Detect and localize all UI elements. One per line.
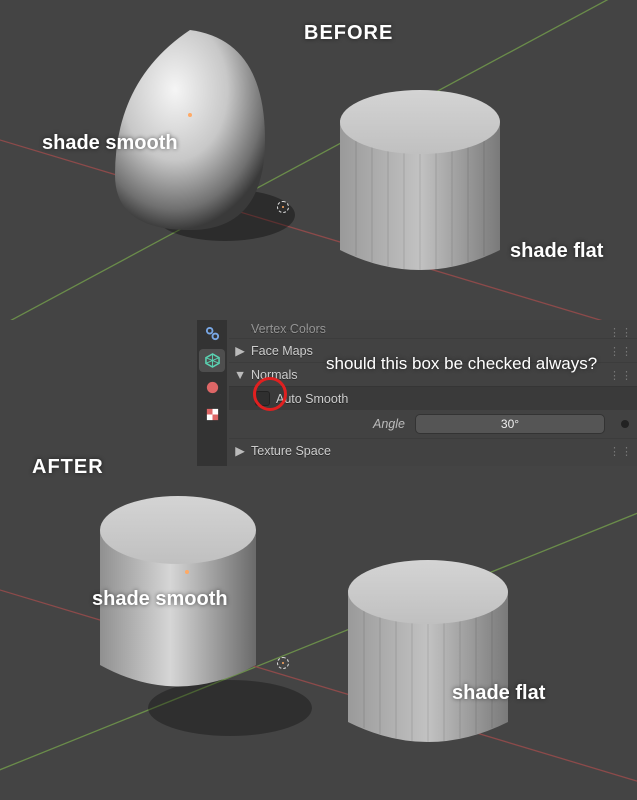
cursor-3d-icon	[274, 198, 292, 216]
cursor-3d-icon	[274, 654, 292, 672]
label-shade-smooth-top: shade smooth	[42, 132, 178, 155]
viewport-before[interactable]: BEFORE shade smooth shade flat	[0, 0, 637, 320]
label-before: BEFORE	[304, 22, 393, 45]
label-shade-smooth-bottom: shade smooth	[92, 588, 228, 611]
object-origin-icon	[188, 113, 192, 117]
label-after: AFTER	[32, 456, 104, 479]
label-shade-flat-bottom: shade flat	[452, 682, 545, 705]
label-shade-flat-top: shade flat	[510, 240, 603, 263]
object-origin-icon	[185, 570, 189, 574]
viewport-after[interactable]: AFTER shade smooth shade flat	[0, 320, 637, 800]
